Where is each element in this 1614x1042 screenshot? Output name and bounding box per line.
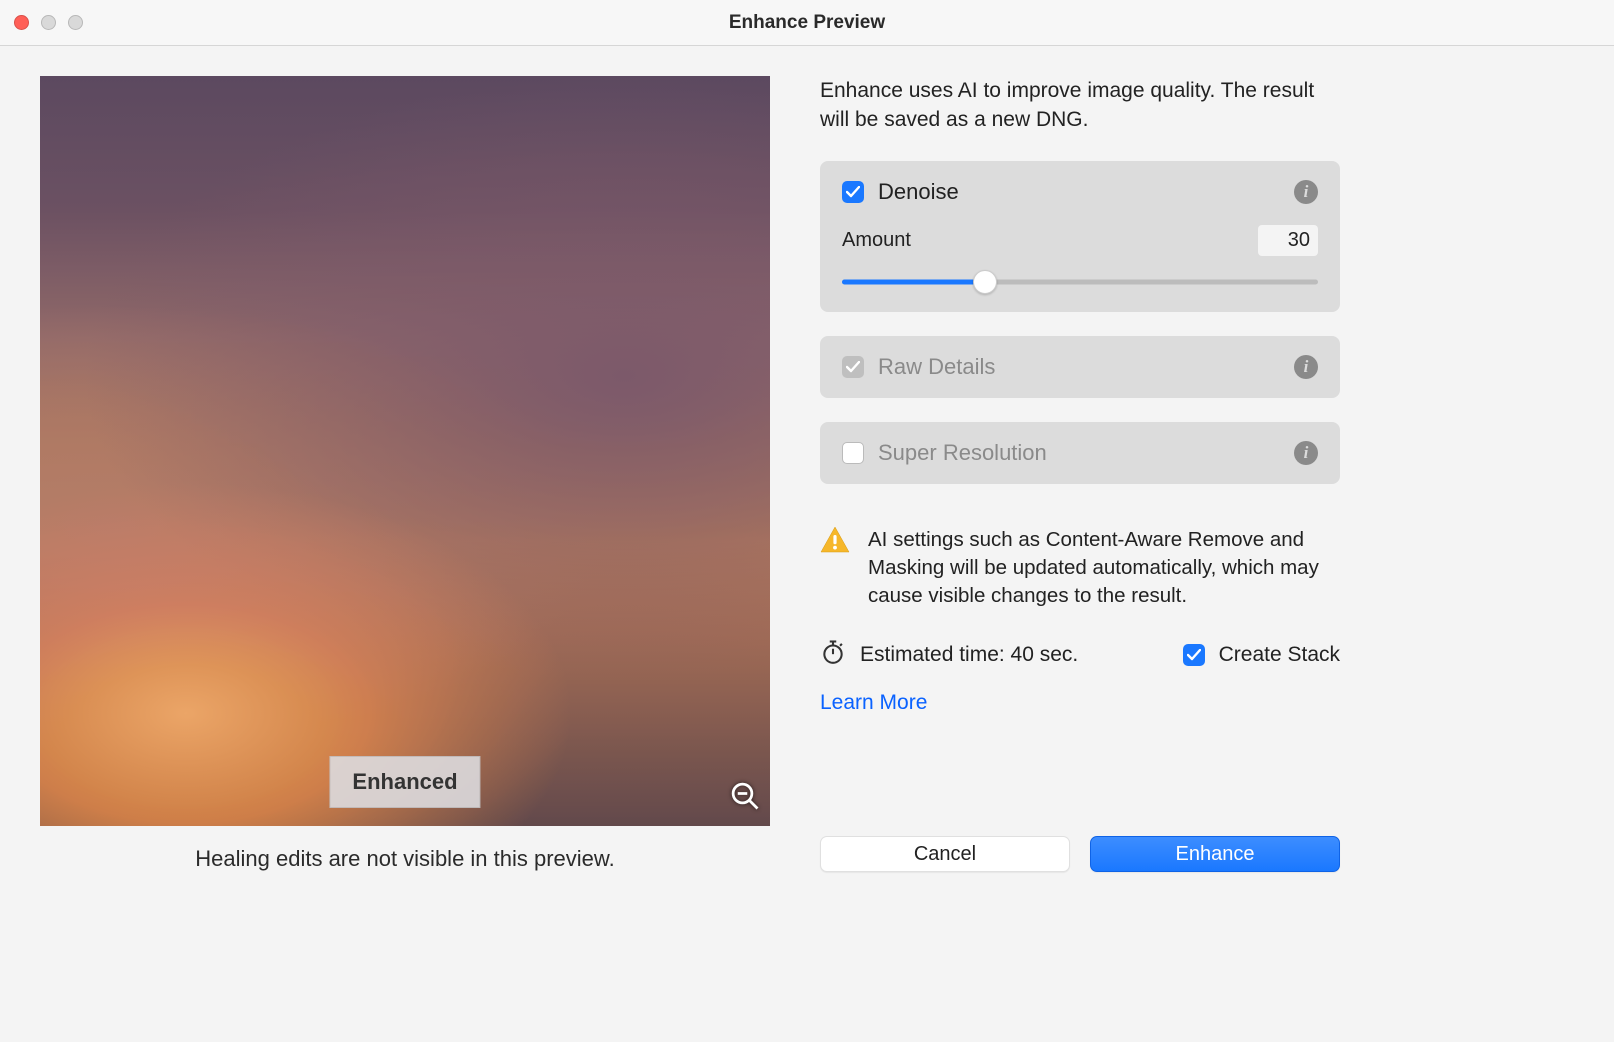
traffic-lights [14, 15, 83, 30]
cancel-button[interactable]: Cancel [820, 836, 1070, 872]
window-title: Enhance Preview [0, 12, 1614, 34]
super-resolution-panel: Super Resolution i [820, 422, 1340, 484]
super-resolution-checkbox [842, 442, 864, 464]
zoom-window-button[interactable] [68, 15, 83, 30]
info-icon[interactable]: i [1294, 355, 1318, 379]
create-stack-label: Create Stack [1219, 643, 1340, 667]
slider-fill [842, 279, 985, 284]
stopwatch-icon [820, 639, 846, 671]
preview-column: Enhanced Healing edits are not visible i… [40, 76, 770, 872]
denoise-label: Denoise [878, 179, 1280, 205]
preview-caption: Healing edits are not visible in this pr… [195, 846, 614, 872]
super-resolution-label: Super Resolution [878, 440, 1280, 466]
content: Enhanced Healing edits are not visible i… [0, 46, 1614, 892]
info-row: Estimated time: 40 sec. Create Stack [820, 639, 1340, 671]
zoom-out-icon[interactable] [730, 781, 760, 816]
warning-row: AI settings such as Content-Aware Remove… [820, 526, 1340, 611]
raw-details-checkbox [842, 356, 864, 378]
warning-icon [820, 526, 850, 611]
minimize-window-button[interactable] [41, 15, 56, 30]
denoise-checkbox[interactable] [842, 181, 864, 203]
raw-details-label: Raw Details [878, 354, 1280, 380]
info-icon[interactable]: i [1294, 441, 1318, 465]
controls-column: Enhance uses AI to improve image quality… [820, 76, 1340, 872]
titlebar: Enhance Preview [0, 0, 1614, 46]
amount-value[interactable]: 30 [1258, 225, 1318, 256]
info-icon[interactable]: i [1294, 180, 1318, 204]
close-window-button[interactable] [14, 15, 29, 30]
denoise-header: Denoise i [842, 179, 1318, 205]
raw-details-panel: Raw Details i [820, 336, 1340, 398]
create-stack-checkbox[interactable] [1183, 644, 1205, 666]
amount-label: Amount [842, 229, 911, 252]
preview-image-wrap: Enhanced [40, 76, 770, 826]
slider-thumb[interactable] [973, 270, 997, 294]
denoise-amount-row: Amount 30 [842, 225, 1318, 256]
intro-text: Enhance uses AI to improve image quality… [820, 76, 1340, 135]
enhanced-badge: Enhanced [329, 756, 480, 808]
preview-image[interactable] [40, 76, 770, 826]
learn-more-link[interactable]: Learn More [820, 691, 1340, 715]
button-row: Cancel Enhance [820, 796, 1340, 872]
denoise-panel: Denoise i Amount 30 [820, 161, 1340, 312]
denoise-slider[interactable] [842, 270, 1318, 294]
estimated-time-text: Estimated time: 40 sec. [860, 643, 1078, 667]
raw-details-header: Raw Details i [842, 354, 1318, 380]
super-resolution-header: Super Resolution i [842, 440, 1318, 466]
warning-text: AI settings such as Content-Aware Remove… [868, 526, 1340, 611]
enhance-button[interactable]: Enhance [1090, 836, 1340, 872]
